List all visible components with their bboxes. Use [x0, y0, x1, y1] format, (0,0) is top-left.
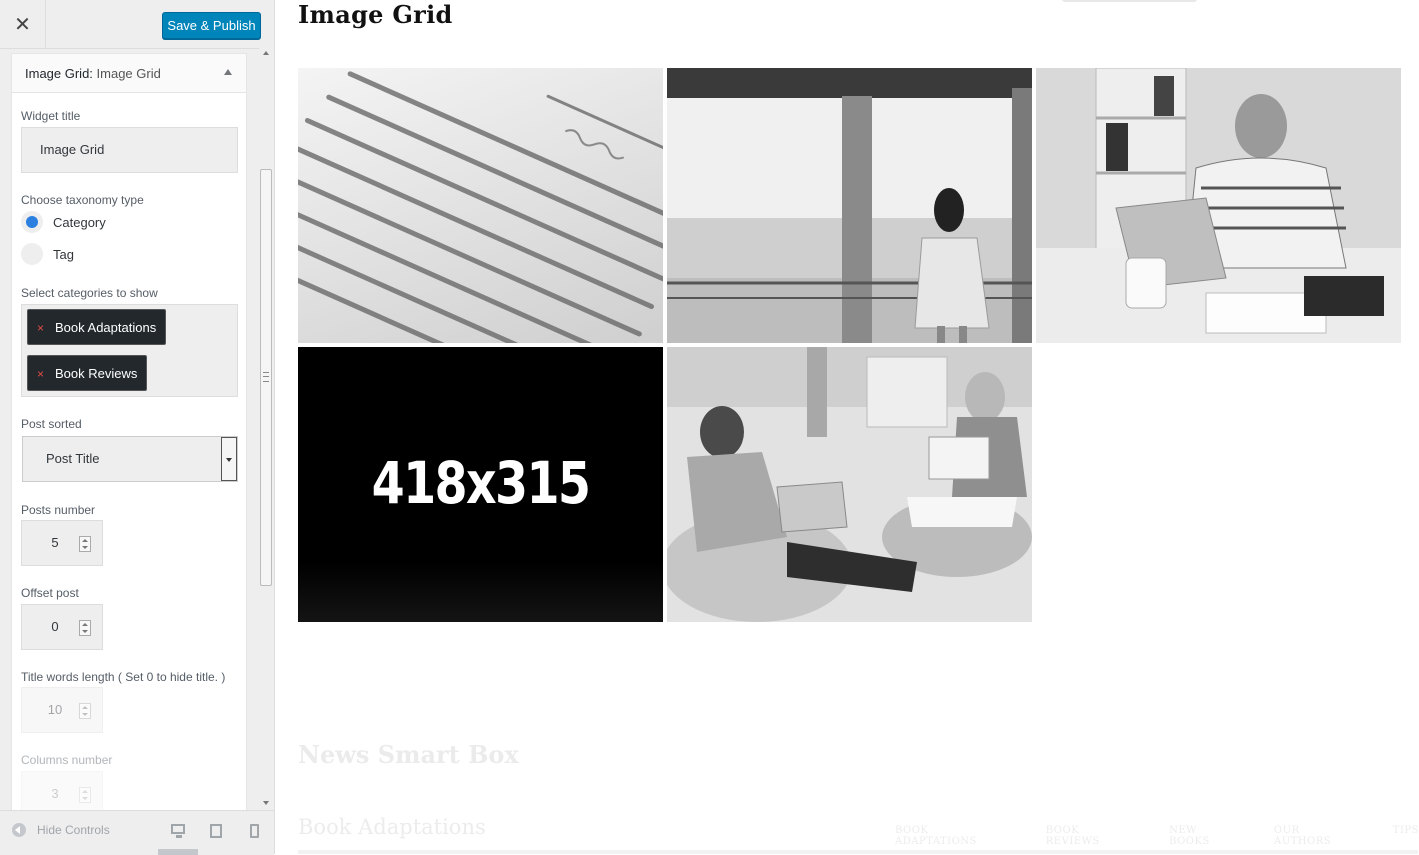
categories-multiselect[interactable]: × Book Adaptations × Book Reviews	[21, 304, 238, 397]
remove-icon[interactable]: ×	[37, 310, 44, 346]
spinner-icon[interactable]	[79, 787, 91, 803]
office-man-image	[1036, 68, 1401, 343]
news-smart-box-title: News Smart Box	[298, 740, 519, 769]
chevron-down-icon[interactable]	[221, 437, 237, 481]
offset-post-label: Offset post	[21, 586, 79, 600]
tab-new-books[interactable]: NEW BOOKS	[1169, 825, 1240, 847]
customizer-sidebar: ✕ Save & Publish Image Grid: Image Grid …	[0, 0, 275, 855]
panel-scrollbar[interactable]	[259, 48, 274, 810]
category-tabs: BOOK ADAPTATIONS BOOK REVIEWS NEW BOOKS …	[895, 825, 1419, 847]
hide-controls-button[interactable]: Hide Controls	[12, 823, 110, 837]
grid-image-book[interactable]	[298, 68, 663, 343]
category-chip-label: Book Adaptations	[55, 320, 157, 335]
window-view-image	[667, 68, 1032, 343]
faded-heading	[1062, 0, 1197, 2]
radio-tag-label: Tag	[53, 246, 74, 262]
radio-button-checked[interactable]	[21, 211, 43, 233]
customizer-footer: Hide Controls	[0, 810, 274, 855]
collapse-sidebar-icon	[12, 823, 26, 837]
customizer-header: ✕ Save & Publish	[0, 0, 274, 49]
widget-header-title: Image Grid: Image Grid	[25, 66, 161, 81]
mobile-icon[interactable]	[250, 824, 259, 838]
widget-instance-label: Image Grid	[92, 66, 161, 81]
close-icon[interactable]: ✕	[0, 0, 46, 48]
columns-number-stepper[interactable]: 3	[21, 771, 103, 810]
spinner-icon[interactable]	[79, 620, 91, 636]
lounge-people-image	[667, 347, 1032, 622]
book-adaptations-heading: Book Adaptations	[298, 815, 486, 839]
remove-icon[interactable]: ×	[37, 356, 44, 392]
grip-icon	[263, 372, 269, 382]
category-chip-label: Book Reviews	[55, 366, 138, 381]
tab-book-reviews[interactable]: BOOK REVIEWS	[1046, 825, 1135, 847]
post-sorted-select[interactable]: Post Title	[22, 436, 238, 482]
spinner-icon[interactable]	[79, 703, 91, 719]
tablet-icon[interactable]	[210, 824, 222, 838]
image-grid-widget: Image Grid: Image Grid Widget title Imag…	[11, 53, 247, 810]
customizer-panel: Image Grid: Image Grid Widget title Imag…	[0, 48, 259, 810]
radio-button[interactable]	[21, 243, 43, 265]
radio-category-label: Category	[53, 214, 106, 230]
placeholder-size-text: 418x315	[371, 449, 591, 517]
widget-title-field[interactable]: Image Grid	[21, 127, 238, 173]
widget-header[interactable]: Image Grid: Image Grid	[12, 54, 246, 93]
posts-number-label: Posts number	[21, 503, 96, 517]
categories-label: Select categories to show	[21, 286, 158, 300]
category-chip[interactable]: × Book Reviews	[27, 355, 148, 392]
title-words-label: Title words length ( Set 0 to hide title…	[21, 670, 226, 684]
taxonomy-type-label: Choose taxonomy type	[21, 193, 144, 207]
hide-controls-label: Hide Controls	[37, 823, 110, 837]
post-sorted-label: Post sorted	[21, 417, 82, 431]
post-sorted-value: Post Title	[46, 451, 100, 466]
title-words-stepper[interactable]: 10	[21, 687, 103, 733]
site-preview: Image Grid 418x315 News Smart Box Book A…	[275, 0, 1419, 854]
widget-type-label: Image Grid:	[25, 66, 93, 81]
columns-number-label: Columns number	[21, 753, 113, 767]
tab-tips[interactable]: TIPS	[1393, 825, 1419, 847]
scroll-down-icon[interactable]	[263, 801, 269, 805]
category-chip[interactable]: × Book Adaptations	[27, 309, 167, 346]
scroll-up-icon[interactable]	[263, 51, 269, 55]
tab-our-authors[interactable]: OUR AUTHORS	[1274, 825, 1359, 847]
grid-image-placeholder[interactable]: 418x315	[298, 347, 663, 622]
collapse-arrow-icon[interactable]	[224, 69, 232, 75]
grid-image-window[interactable]	[667, 68, 1032, 343]
image-grid-title: Image Grid	[298, 0, 453, 29]
book-page-image	[298, 71, 663, 343]
posts-number-stepper[interactable]: 5	[21, 520, 103, 566]
radio-tag[interactable]: Tag	[21, 242, 74, 266]
active-device-indicator	[158, 849, 198, 855]
save-publish-button[interactable]: Save & Publish	[162, 12, 261, 39]
divider	[298, 850, 1418, 854]
grid-image-lounge[interactable]	[667, 347, 1032, 622]
tab-book-adaptations[interactable]: BOOK ADAPTATIONS	[895, 825, 1012, 847]
radio-category[interactable]: Category	[21, 210, 106, 234]
spinner-icon[interactable]	[79, 536, 91, 552]
widget-title-label: Widget title	[21, 109, 81, 123]
grid-image-office[interactable]	[1036, 68, 1401, 343]
scroll-thumb[interactable]	[260, 169, 272, 586]
desktop-icon[interactable]	[171, 824, 185, 838]
offset-post-stepper[interactable]: 0	[21, 604, 103, 650]
